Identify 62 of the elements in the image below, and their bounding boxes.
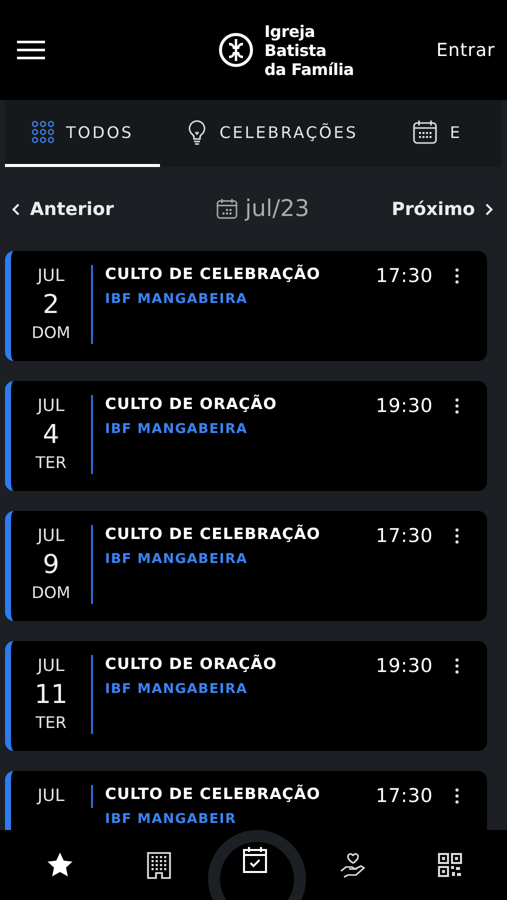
previous-button[interactable]: Anterior bbox=[12, 198, 114, 220]
nav-button[interactable] bbox=[146, 851, 172, 879]
tab[interactable]: TODOS bbox=[5, 100, 160, 167]
event-day: 11 bbox=[34, 682, 68, 708]
calendar-check-icon bbox=[242, 846, 268, 874]
building-icon bbox=[146, 851, 172, 879]
lightbulb-icon bbox=[187, 119, 208, 145]
event-title: CULTO DE CELEBRAÇÃO bbox=[105, 265, 322, 283]
event-card[interactable]: JUL 11 TER CULTO DE ORAÇÃO IBF MANGABEIRA 19:30 bbox=[5, 641, 487, 751]
event-time: 19:30 bbox=[376, 395, 433, 417]
menu-icon bbox=[16, 40, 46, 60]
event-location: IBF MANGABEIRA bbox=[105, 291, 249, 307]
event-day: 4 bbox=[42, 422, 60, 448]
event-location: IBF MANGABEIRA bbox=[105, 551, 249, 567]
event-weekday: TER bbox=[36, 715, 66, 731]
heart-hand-icon bbox=[339, 851, 368, 879]
login-link[interactable]: Entrar bbox=[436, 40, 495, 60]
event-weekday: TER bbox=[36, 455, 66, 471]
event-weekday: DOM bbox=[32, 325, 70, 341]
event-month: JUL bbox=[38, 398, 64, 415]
event-card[interactable]: JUL CULTO DE CELEBRAÇÃO IBF MANGABEIR 17:30 bbox=[5, 771, 487, 830]
event-card[interactable]: JUL 9 DOM CULTO DE CELEBRAÇÃO IBF MANGABEIRA 17:30 bbox=[5, 511, 487, 621]
tab[interactable]: E bbox=[384, 100, 489, 167]
event-card[interactable]: JUL 2 DOM CULTO DE CELEBRAÇÃO IBF MANGABEIRA 17:30 bbox=[5, 251, 487, 361]
month-label: jul/23 bbox=[245, 196, 310, 222]
event-month: JUL bbox=[38, 788, 64, 805]
nav-button[interactable] bbox=[339, 851, 368, 879]
event-title: CULTO DE ORAÇÃO bbox=[105, 655, 278, 673]
logo-icon bbox=[218, 32, 254, 68]
tab[interactable]: CELEBRAÇÕES bbox=[160, 100, 385, 167]
chevron-right-icon bbox=[484, 202, 493, 216]
event-day: 9 bbox=[42, 552, 60, 578]
event-title: CULTO DE CELEBRAÇÃO bbox=[105, 785, 322, 803]
nav-button[interactable] bbox=[242, 846, 268, 874]
nav-button[interactable] bbox=[438, 853, 462, 877]
event-day: 2 bbox=[42, 292, 60, 318]
more-icon bbox=[455, 267, 459, 285]
qr-code-icon bbox=[438, 853, 462, 877]
event-location: IBF MANGABEIRA bbox=[105, 681, 249, 697]
next-button[interactable]: Próximo bbox=[392, 198, 493, 220]
event-month: JUL bbox=[38, 658, 64, 675]
calendar-icon bbox=[412, 119, 438, 145]
more-icon bbox=[455, 397, 459, 415]
event-card[interactable]: JUL 4 TER CULTO DE ORAÇÃO IBF MANGABEIRA 19:30 bbox=[5, 381, 487, 491]
more-icon bbox=[455, 787, 459, 805]
event-location: IBF MANGABEIR bbox=[105, 811, 238, 827]
chevron-left-icon bbox=[12, 202, 20, 216]
event-month: JUL bbox=[38, 268, 64, 285]
grid-icon bbox=[32, 121, 54, 143]
calendar-icon bbox=[216, 198, 238, 220]
event-time: 17:30 bbox=[376, 785, 433, 807]
event-title: CULTO DE CELEBRAÇÃO bbox=[105, 525, 322, 543]
event-time: 19:30 bbox=[376, 655, 433, 677]
event-location: IBF MANGABEIRA bbox=[105, 421, 249, 437]
more-icon bbox=[455, 657, 459, 675]
more-icon bbox=[455, 527, 459, 545]
brand-name: Igreja Batista da Família bbox=[264, 22, 354, 78]
event-month: JUL bbox=[38, 528, 64, 545]
event-time: 17:30 bbox=[376, 265, 433, 287]
event-weekday: DOM bbox=[32, 585, 70, 601]
event-title: CULTO DE ORAÇÃO bbox=[105, 395, 278, 413]
event-time: 17:30 bbox=[376, 525, 433, 547]
